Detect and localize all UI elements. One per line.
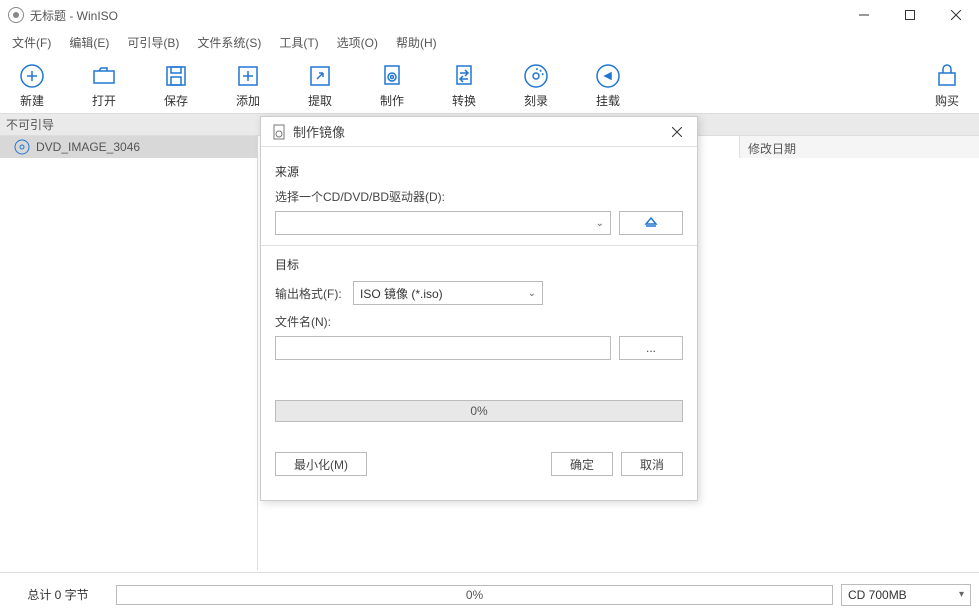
dialog-close-button[interactable] xyxy=(667,122,687,142)
add-button[interactable]: 添加 xyxy=(224,62,272,109)
buy-icon xyxy=(933,62,961,90)
media-value: CD 700MB xyxy=(848,588,907,602)
extract-icon xyxy=(306,62,334,90)
minimize-window-button[interactable] xyxy=(841,0,887,30)
make-image-dialog: 制作镜像 来源 选择一个CD/DVD/BD驱动器(D): ⌄ 目标 输出格式(F… xyxy=(260,116,698,501)
column-header-date[interactable]: 修改日期 xyxy=(739,136,979,158)
drive-select-label: 选择一个CD/DVD/BD驱动器(D): xyxy=(275,188,683,205)
disc-icon xyxy=(14,139,30,155)
menu-help[interactable]: 帮助(H) xyxy=(390,32,443,53)
buy-label: 购买 xyxy=(935,92,959,109)
burn-label: 刻录 xyxy=(524,92,548,109)
convert-button[interactable]: 转换 xyxy=(440,62,488,109)
add-label: 添加 xyxy=(236,92,260,109)
source-section-label: 来源 xyxy=(275,163,683,180)
dialog-titlebar: 制作镜像 xyxy=(261,117,697,147)
output-format-select[interactable]: ISO 镜像 (*.iso) ⌄ xyxy=(353,281,543,305)
menu-options[interactable]: 选项(O) xyxy=(331,32,384,53)
chevron-down-icon: ▾ xyxy=(959,589,964,600)
open-button[interactable]: 打开 xyxy=(80,62,128,109)
menu-file[interactable]: 文件(F) xyxy=(6,32,57,53)
burn-button[interactable]: 刻录 xyxy=(512,62,560,109)
ok-button[interactable]: 确定 xyxy=(551,452,613,476)
toolbar: 新建 打开 保存 添加 提取 制作 转换 刻录 挂载 购买 xyxy=(0,54,979,114)
new-button[interactable]: 新建 xyxy=(8,62,56,109)
filename-input[interactable] xyxy=(275,336,611,360)
titlebar: 无标题 - WinISO xyxy=(0,0,979,30)
menubar: 文件(F) 编辑(E) 可引导(B) 文件系统(S) 工具(T) 选项(O) 帮… xyxy=(0,30,979,54)
media-select[interactable]: CD 700MB ▾ xyxy=(841,584,971,606)
eject-button[interactable] xyxy=(619,211,683,235)
app-icon xyxy=(8,7,24,23)
maximize-window-button[interactable] xyxy=(887,0,933,30)
open-icon xyxy=(90,62,118,90)
cancel-button[interactable]: 取消 xyxy=(621,452,683,476)
dialog-title: 制作镜像 xyxy=(293,122,345,141)
mount-label: 挂载 xyxy=(596,92,620,109)
new-label: 新建 xyxy=(20,92,44,109)
mount-icon xyxy=(594,62,622,90)
chevron-down-icon: ⌄ xyxy=(596,218,604,229)
convert-label: 转换 xyxy=(452,92,476,109)
open-label: 打开 xyxy=(92,92,116,109)
sidebar-item-image[interactable]: DVD_IMAGE_3046 xyxy=(0,136,257,158)
drive-select[interactable]: ⌄ xyxy=(275,211,611,235)
convert-icon xyxy=(450,62,478,90)
window-title: 无标题 - WinISO xyxy=(30,7,118,24)
eject-icon xyxy=(644,216,658,230)
close-window-button[interactable] xyxy=(933,0,979,30)
add-icon xyxy=(234,62,262,90)
make-image-icon xyxy=(271,124,287,140)
chevron-down-icon: ⌄ xyxy=(528,288,536,299)
filename-label: 文件名(N): xyxy=(275,313,683,330)
minimize-button[interactable]: 最小化(M) xyxy=(275,452,367,476)
menu-filesystem[interactable]: 文件系统(S) xyxy=(191,32,267,53)
status-progress: 0% xyxy=(116,585,833,605)
buy-button[interactable]: 购买 xyxy=(923,62,971,109)
make-icon xyxy=(378,62,406,90)
statusbar: 总计 0 字节 0% CD 700MB ▾ xyxy=(0,572,979,616)
output-format-value: ISO 镜像 (*.iso) xyxy=(360,285,443,302)
save-icon xyxy=(162,62,190,90)
mount-button[interactable]: 挂载 xyxy=(584,62,632,109)
output-format-label: 输出格式(F): xyxy=(275,285,345,302)
divider xyxy=(261,245,697,246)
menu-boot[interactable]: 可引导(B) xyxy=(121,32,185,53)
new-icon xyxy=(18,62,46,90)
menu-edit[interactable]: 编辑(E) xyxy=(63,32,115,53)
sidebar-item-label: DVD_IMAGE_3046 xyxy=(36,140,140,154)
browse-button[interactable]: ... xyxy=(619,336,683,360)
pathbar-text: 不可引导 xyxy=(6,116,54,133)
dialog-progress: 0% xyxy=(275,400,683,422)
burn-icon xyxy=(522,62,550,90)
menu-tools[interactable]: 工具(T) xyxy=(273,32,324,53)
extract-button[interactable]: 提取 xyxy=(296,62,344,109)
dest-section-label: 目标 xyxy=(275,256,683,273)
sidebar: DVD_IMAGE_3046 xyxy=(0,136,258,570)
status-total: 总计 0 字节 xyxy=(8,586,108,603)
save-label: 保存 xyxy=(164,92,188,109)
make-button[interactable]: 制作 xyxy=(368,62,416,109)
make-label: 制作 xyxy=(380,92,404,109)
extract-label: 提取 xyxy=(308,92,332,109)
save-button[interactable]: 保存 xyxy=(152,62,200,109)
